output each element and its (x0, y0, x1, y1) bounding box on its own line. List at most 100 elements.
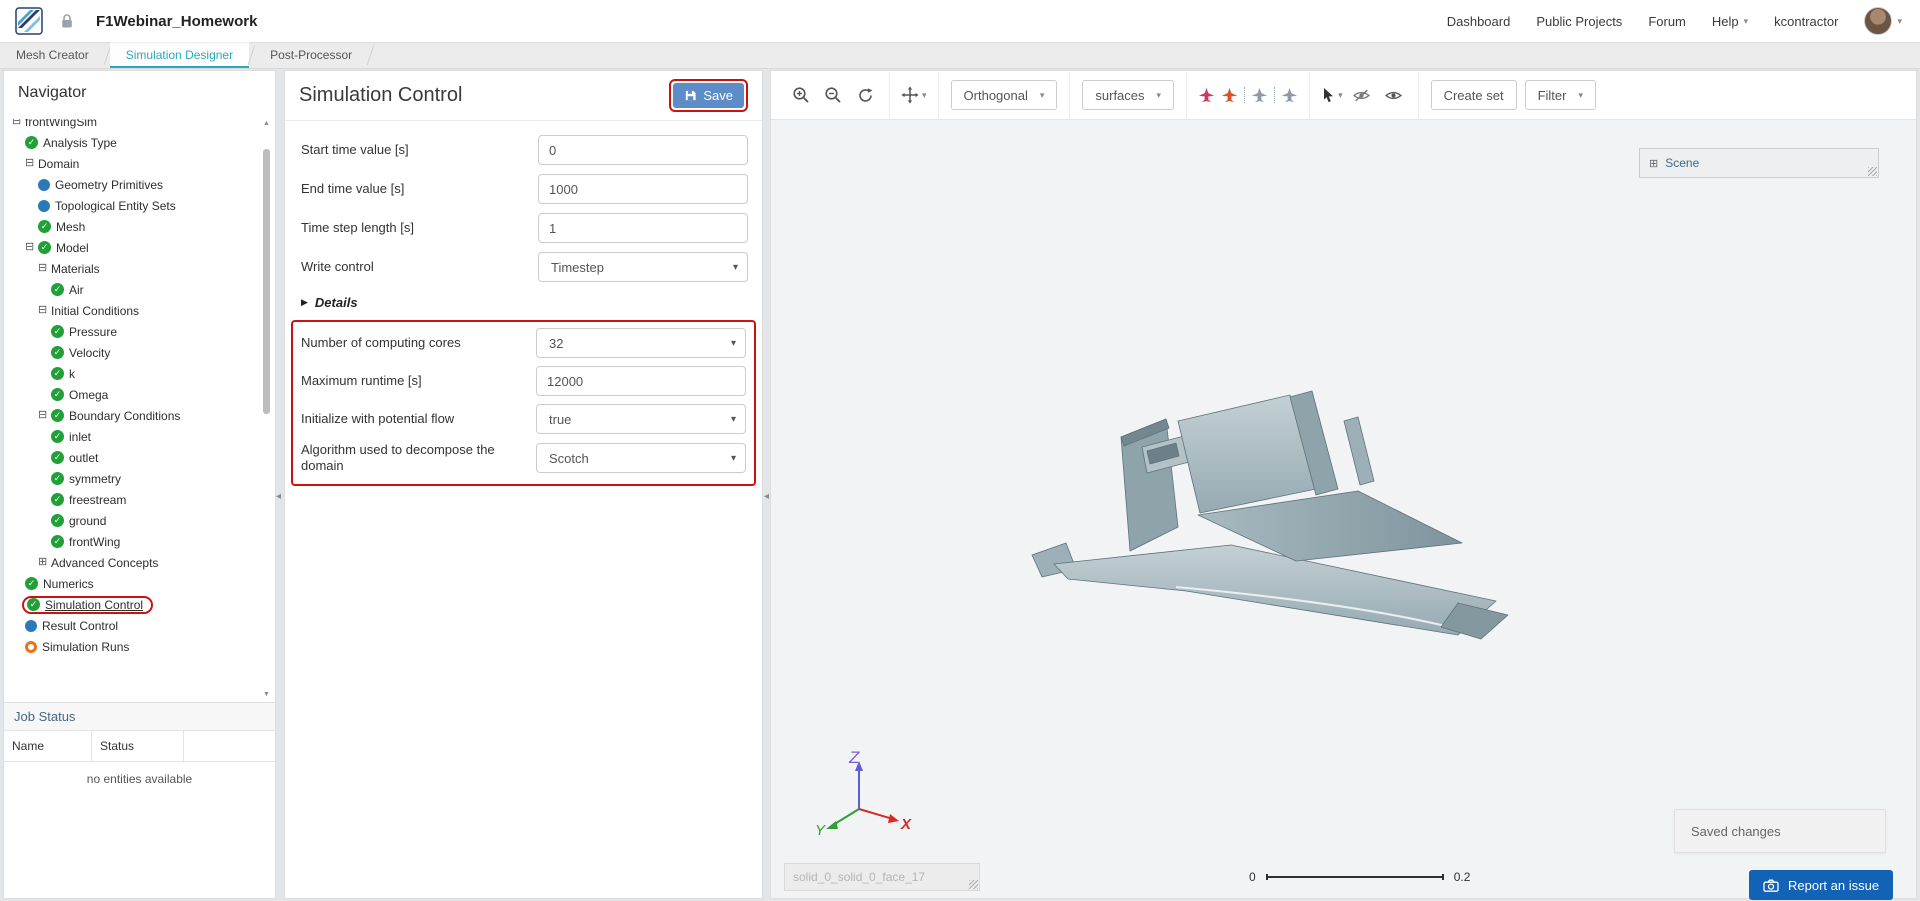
expander-minus-icon[interactable]: ⊟ (12, 119, 25, 127)
tree-item-k[interactable]: ✓ k (4, 363, 259, 384)
maximum-runtime-s-input[interactable] (536, 366, 746, 396)
tab-simulation-designer[interactable]: Simulation Designer (109, 42, 250, 68)
tree-item-domain[interactable]: ⊟ Domain (4, 153, 259, 174)
viewport-canvas[interactable]: ⊞ Scene Z X Y solid_0_solid_0_face_17 0 … (771, 119, 1916, 900)
jet-view-orange-icon[interactable] (1221, 87, 1238, 104)
tree-item-freestream[interactable]: ✓ freestream (4, 489, 259, 510)
nav-dashboard[interactable]: Dashboard (1447, 14, 1511, 29)
tree-item-analysis-type[interactable]: ✓ Analysis Type (4, 132, 259, 153)
tree-item-topological-entity-sets[interactable]: Topological Entity Sets (4, 195, 259, 216)
scale-max-label: 0.2 (1453, 870, 1471, 884)
scroll-down-icon[interactable]: ▼ (262, 690, 271, 700)
nav-public-projects[interactable]: Public Projects (1536, 14, 1622, 29)
tree-item-mesh[interactable]: ✓ Mesh (4, 216, 259, 237)
camera-icon (1763, 879, 1779, 892)
user-menu[interactable]: ▾ (1864, 7, 1902, 35)
tree-item-air[interactable]: ✓ Air (4, 279, 259, 300)
filter-dropdown[interactable]: Filter ▾ (1524, 80, 1596, 110)
nav-help-label: Help (1711, 13, 1739, 29)
tree-item-frontwing[interactable]: ✓ frontWing (4, 531, 259, 552)
tree-item-content: Advanced Concepts (51, 556, 158, 570)
hide-selection-icon[interactable] (1349, 82, 1375, 108)
viewport-3d-model[interactable] (1026, 359, 1546, 674)
tree-item-outlet[interactable]: ✓ outlet (4, 447, 259, 468)
scene-expand-icon[interactable]: ⊞ (1649, 157, 1658, 170)
zoom-out-icon[interactable] (820, 82, 846, 108)
tree-item-omega[interactable]: ✓ Omega (4, 384, 259, 405)
tree-item-model[interactable]: ⊟ ✓ Model (4, 237, 259, 258)
selection-name-field[interactable]: solid_0_solid_0_face_17 (784, 863, 980, 891)
expander-minus-icon[interactable]: ⊟ (25, 158, 38, 169)
jet-view-gray-icon[interactable] (1251, 87, 1268, 104)
expander-minus-icon[interactable]: ⊟ (38, 263, 51, 274)
tree-item-frontwingsim[interactable]: ⊟ frontWingSim (4, 119, 259, 132)
projection-dropdown[interactable]: Orthogonal ▾ (950, 80, 1058, 110)
tree-item-label: Advanced Concepts (51, 555, 159, 570)
form-fields: Start time value [s] End time value [s] Ti… (301, 135, 748, 282)
tree-item-inlet[interactable]: ✓ inlet (4, 426, 259, 447)
check-icon: ✓ (25, 577, 38, 590)
create-set-button[interactable]: Create set (1430, 80, 1517, 110)
jet-view-gray2-icon[interactable] (1281, 87, 1298, 104)
tree-item-ground[interactable]: ✓ ground (4, 510, 259, 531)
tree-item-pressure[interactable]: ✓ Pressure (4, 321, 259, 342)
pan-tool-button[interactable]: ▾ (901, 86, 927, 104)
check-icon: ✓ (51, 472, 64, 485)
render-mode-dropdown[interactable]: surfaces ▾ (1082, 80, 1175, 110)
nav-help[interactable]: Help ▾ (1712, 14, 1748, 29)
check-icon: ✓ (51, 409, 64, 422)
tree-item-boundary-conditions[interactable]: ⊟ ✓ Boundary Conditions (4, 405, 259, 426)
jet-view-red-icon[interactable] (1198, 87, 1215, 104)
tree-item-simulation-runs[interactable]: Simulation Runs (4, 636, 259, 657)
check-icon: ✓ (38, 220, 51, 233)
check-icon: ✓ (51, 514, 64, 527)
panel-resize-handle[interactable]: ◂ (276, 492, 281, 502)
write-control-select[interactable]: Timestep ▾ (538, 252, 748, 282)
details-toggle[interactable]: ▶ Details (301, 295, 748, 310)
app-logo-icon[interactable] (14, 6, 44, 36)
time-step-length-s-input[interactable] (538, 213, 748, 243)
tree-item-initial-conditions[interactable]: ⊟ Initial Conditions (4, 300, 259, 321)
number-of-computing-cores-select[interactable]: 32 ▾ (536, 328, 746, 358)
show-all-icon[interactable] (1381, 82, 1407, 108)
expander-minus-icon[interactable]: ⊟ (38, 410, 51, 421)
tree-item-velocity[interactable]: ✓ Velocity (4, 342, 259, 363)
field-label-algorithm-used-to-decompose-the-domain: Algorithm used to decompose the domain (301, 442, 495, 474)
tree-item-result-control[interactable]: Result Control (4, 615, 259, 636)
lock-icon (60, 13, 74, 29)
panel-resize-handle[interactable]: ◂ (764, 492, 769, 502)
trajectory-dotted-line (1274, 87, 1276, 103)
expander-plus-icon[interactable]: ⊞ (38, 557, 51, 568)
zoom-in-icon[interactable] (788, 82, 814, 108)
select-tool-button[interactable]: ▾ (1321, 87, 1343, 103)
refresh-view-icon[interactable] (852, 82, 878, 108)
avatar[interactable] (1864, 7, 1893, 35)
field-label-write-control: Write control (301, 258, 374, 274)
tree-item-simulation-control[interactable]: ✓ Simulation Control (4, 594, 259, 615)
algorithm-used-to-decompose-the-domain-select[interactable]: Scotch ▾ (536, 443, 746, 474)
start-time-value-s-input[interactable] (538, 135, 748, 165)
nav-forum[interactable]: Forum (1648, 14, 1686, 29)
tree-item-geometry-primitives[interactable]: Geometry Primitives (4, 174, 259, 195)
tree-item-numerics[interactable]: ✓ Numerics (4, 573, 259, 594)
end-time-value-s-input[interactable] (538, 174, 748, 204)
check-icon: ✓ (51, 430, 64, 443)
job-status-section: Job Status Name Status no entities avail… (4, 702, 275, 898)
expander-minus-icon[interactable]: ⊟ (38, 305, 51, 316)
tree-item-advanced-concepts[interactable]: ⊞ Advanced Concepts (4, 552, 259, 573)
report-issue-button[interactable]: Report an issue (1749, 870, 1894, 900)
tree-item-symmetry[interactable]: ✓ symmetry (4, 468, 259, 489)
scrollbar-thumb[interactable] (263, 149, 270, 414)
scroll-up-icon[interactable]: ▲ (262, 119, 271, 129)
tree-item-materials[interactable]: ⊟ Materials (4, 258, 259, 279)
render-mode-dropdown-value: surfaces (1095, 87, 1145, 103)
save-button[interactable]: Save (673, 83, 744, 108)
scene-tree-item[interactable]: ⊞ Scene (1639, 148, 1879, 178)
tab-mesh-creator[interactable]: Mesh Creator (0, 42, 105, 68)
expander-minus-icon[interactable]: ⊟ (25, 242, 38, 253)
initialize-with-potential-flow-select[interactable]: true ▾ (536, 404, 746, 434)
tab-post-processor[interactable]: Post-Processor (254, 42, 368, 68)
caret-down-icon: ▾ (922, 89, 927, 100)
user-name[interactable]: kcontractor (1774, 14, 1838, 29)
navigator-scrollbar[interactable]: ▲ ▼ (262, 119, 271, 700)
